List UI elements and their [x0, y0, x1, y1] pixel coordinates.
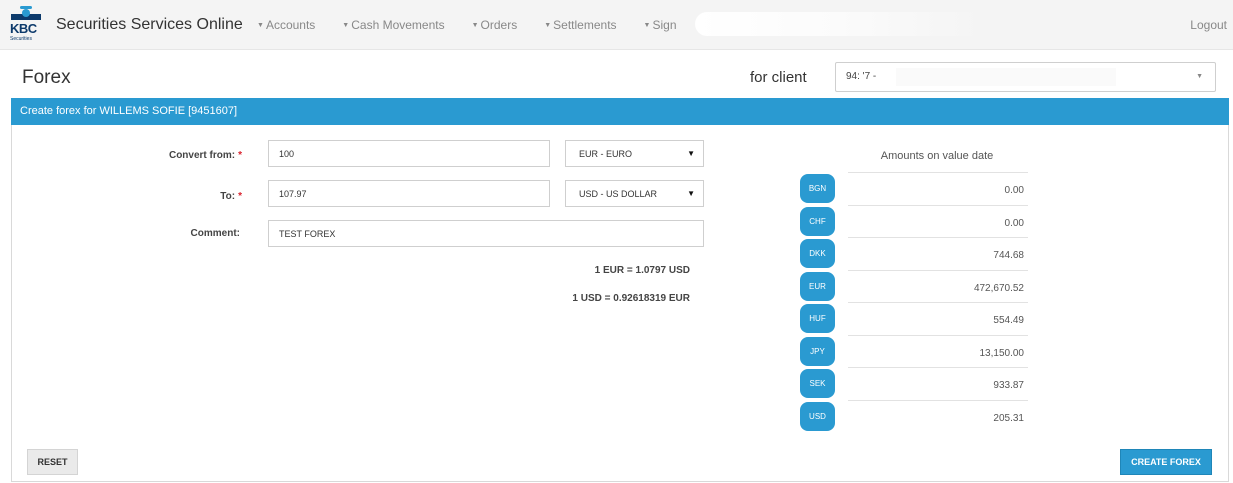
comment-input[interactable]: TEST FOREX: [268, 220, 704, 247]
currency-badge[interactable]: BGN: [800, 174, 835, 203]
currency-badge[interactable]: DKK: [800, 239, 835, 268]
balance-row: BGN 0.00: [800, 172, 1028, 205]
balance-amount: 933.87: [848, 367, 1028, 400]
currency-badge[interactable]: SEK: [800, 369, 835, 398]
exchange-rate-usd-eur: 1 USD = 0.92618319 EUR: [572, 293, 690, 304]
nav-sign[interactable]: ▼ Sign: [644, 18, 677, 32]
balance-amount: 554.49: [848, 302, 1028, 335]
chevron-down-icon: ▼: [1196, 73, 1203, 80]
reset-button[interactable]: RESET: [27, 449, 78, 475]
currency-badge[interactable]: EUR: [800, 272, 835, 301]
convert-from-label-text: Convert from:: [168, 150, 236, 161]
balance-amount: 13,150.00: [848, 335, 1028, 368]
balance-row: CHF 0.00: [800, 205, 1028, 238]
convert-from-amount-input[interactable]: 100: [268, 140, 550, 167]
balance-row: DKK 744.68: [800, 237, 1028, 270]
balance-amount: 205.31: [848, 400, 1028, 433]
balance-row: HUF 554.49: [800, 302, 1028, 335]
nav-accounts[interactable]: ▼ Accounts: [257, 18, 315, 32]
balance-amount: 0.00: [848, 205, 1028, 238]
exchange-rate-eur-usd: 1 EUR = 1.0797 USD: [594, 265, 690, 276]
nav-label: Orders: [480, 18, 518, 32]
to-label: To: *: [112, 191, 242, 202]
nav-settlements[interactable]: ▼ Settlements: [544, 18, 616, 32]
create-forex-button[interactable]: CREATE FOREX: [1120, 449, 1212, 475]
panel-header: Create forex for WILLEMS SOFIE [9451607]: [11, 98, 1229, 125]
main-nav: ▼ Accounts ▼ Cash Movements ▼ Orders ▼ Settl…: [257, 18, 704, 32]
nav-cash-movements[interactable]: ▼ Cash Movements: [342, 18, 444, 32]
balance-amount: 472,670.52: [848, 270, 1028, 303]
caret-down-icon: ▼: [643, 22, 651, 29]
kbc-logo[interactable]: KBC Securities: [8, 6, 46, 44]
currency-badge[interactable]: JPY: [800, 337, 835, 366]
client-select-value: 94: '7 -: [846, 71, 877, 82]
dropdown-arrow-icon: ▼: [687, 189, 695, 198]
nav-label: Sign: [652, 18, 677, 32]
comment-label: Comment:: [190, 228, 240, 239]
balance-amount: 744.68: [848, 237, 1028, 270]
balance-amount: 0.00: [848, 172, 1028, 205]
client-select[interactable]: 94: '7 - ▼: [835, 62, 1216, 92]
balances-title: Amounts on value date: [880, 150, 994, 162]
currency-select-value: USD - US DOLLAR: [579, 189, 658, 199]
currency-badge[interactable]: HUF: [800, 304, 835, 333]
caret-down-icon: ▼: [544, 22, 552, 29]
convert-from-label: Convert from: *: [112, 150, 242, 161]
currency-select-value: EUR - EURO: [579, 149, 633, 159]
top-navigation-bar: KBC Securities Securities Services Onlin…: [0, 0, 1233, 50]
app-title: Securities Services Online: [56, 16, 243, 33]
logo-subtext: Securities: [10, 36, 32, 42]
nav-label: Accounts: [265, 18, 316, 32]
redacted-client-name: [896, 68, 1116, 86]
caret-down-icon: ▼: [342, 22, 350, 29]
currency-badge[interactable]: USD: [800, 402, 835, 431]
nav-label: Cash Movements: [351, 18, 445, 32]
required-mark: *: [238, 191, 242, 202]
to-currency-select[interactable]: USD - US DOLLAR ▼: [565, 180, 704, 207]
to-label-text: To:: [220, 191, 236, 202]
to-amount-input[interactable]: 107.97: [268, 180, 550, 207]
caret-down-icon: ▼: [257, 22, 264, 29]
kbc-logo-icon: [11, 6, 41, 20]
balance-row: SEK 933.87: [800, 367, 1028, 400]
dropdown-arrow-icon: ▼: [687, 149, 695, 158]
nav-label: Settlements: [553, 18, 617, 32]
required-mark: *: [238, 150, 242, 161]
for-client-label: for client: [750, 69, 807, 86]
nav-orders[interactable]: ▼ Orders: [472, 18, 518, 32]
redacted-user-area: [695, 12, 985, 36]
convert-from-currency-select[interactable]: EUR - EURO ▼: [565, 140, 704, 167]
balance-row: JPY 13,150.00: [800, 335, 1028, 368]
caret-down-icon: ▼: [471, 22, 479, 29]
logo-text: KBC: [10, 21, 37, 36]
balance-row: EUR 472,670.52: [800, 270, 1028, 303]
balance-row: USD 205.31: [800, 400, 1028, 433]
logout-link[interactable]: Logout: [1190, 18, 1227, 32]
page-title: Forex: [22, 67, 71, 88]
currency-badge[interactable]: CHF: [800, 207, 835, 236]
